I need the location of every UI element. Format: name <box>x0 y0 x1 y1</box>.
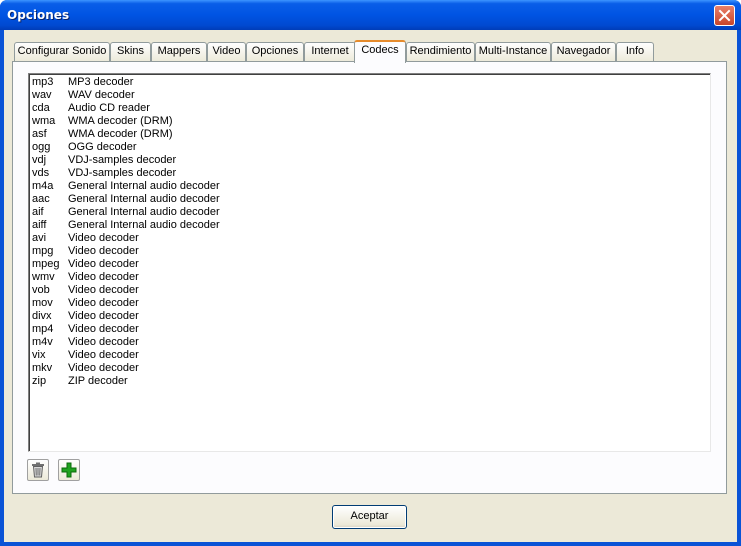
codec-description: VDJ-samples decoder <box>68 167 177 179</box>
codec-extension: aac <box>32 193 50 205</box>
codec-extension: mov <box>32 297 53 309</box>
window-title: Opciones <box>7 8 70 22</box>
codec-extension: vix <box>32 349 46 361</box>
codec-description: WMA decoder (DRM) <box>68 115 173 127</box>
tab-internet[interactable]: Internet <box>304 42 356 62</box>
codec-row[interactable]: wma WMA decoder (DRM) <box>32 115 220 128</box>
codec-description: Video decoder <box>68 362 139 374</box>
codec-extension: m4a <box>32 180 54 192</box>
tab-video[interactable]: Video <box>207 42 246 62</box>
codec-row[interactable]: divx Video decoder <box>32 310 220 323</box>
codec-row[interactable]: mp4 Video decoder <box>32 323 220 336</box>
codec-list-items: mp3 MP3 decoder wav WAV decoder cda Audio CD … <box>32 76 220 388</box>
codec-description: Video decoder <box>68 258 139 270</box>
codec-extension: mp4 <box>32 323 54 335</box>
codec-description: WMA decoder (DRM) <box>68 128 173 140</box>
codec-row[interactable]: zip ZIP decoder <box>32 375 220 388</box>
tab-opciones[interactable]: Opciones <box>246 42 304 62</box>
codec-description: General Internal audio decoder <box>68 193 220 205</box>
codec-description: Video decoder <box>68 284 139 296</box>
close-button[interactable] <box>714 5 735 26</box>
codec-description: General Internal audio decoder <box>68 206 220 218</box>
codec-row[interactable]: aif General Internal audio decoder <box>32 206 220 219</box>
codec-description: Video decoder <box>68 297 139 309</box>
codec-extension: mpeg <box>32 258 60 270</box>
codec-row[interactable]: ogg OGG decoder <box>32 141 220 154</box>
codec-extension: zip <box>32 375 47 387</box>
codec-description: MP3 decoder <box>68 76 134 88</box>
codec-extension: wav <box>32 89 52 101</box>
title-bar[interactable]: Opciones <box>0 0 741 30</box>
tab-skins[interactable]: Skins <box>110 42 151 62</box>
add-codec-button[interactable] <box>58 459 80 481</box>
tab-mappers[interactable]: Mappers <box>151 42 207 62</box>
codec-row[interactable]: vds VDJ-samples decoder <box>32 167 220 180</box>
codec-description: Video decoder <box>68 336 139 348</box>
codec-list[interactable]: mp3 MP3 decoder wav WAV decoder cda Audio CD … <box>28 73 711 452</box>
codecs-panel: mp3 MP3 decoder wav WAV decoder cda Audio CD … <box>12 61 727 494</box>
codec-description: Video decoder <box>68 323 139 335</box>
codec-row[interactable]: mkv Video decoder <box>32 362 220 375</box>
codec-row[interactable]: vix Video decoder <box>32 349 220 362</box>
codec-row[interactable]: cda Audio CD reader <box>32 102 220 115</box>
codec-row[interactable]: m4a General Internal audio decoder <box>32 180 220 193</box>
codec-extension: aif <box>32 206 44 218</box>
dialog-body: Configurar Sonido Skins Mappers Video Op… <box>4 30 737 542</box>
codec-extension: divx <box>32 310 52 322</box>
codec-extension: wmv <box>32 271 55 283</box>
codec-row[interactable]: mpg Video decoder <box>32 245 220 258</box>
codec-extension: avi <box>32 232 47 244</box>
plus-icon <box>61 462 77 478</box>
close-icon <box>718 9 731 22</box>
codec-row[interactable]: mp3 MP3 decoder <box>32 76 220 89</box>
delete-codec-button[interactable] <box>27 459 49 481</box>
codec-extension: mpg <box>32 245 54 257</box>
codec-extension: vdj <box>32 154 47 166</box>
codec-row[interactable]: m4v Video decoder <box>32 336 220 349</box>
codec-row[interactable]: vob Video decoder <box>32 284 220 297</box>
codec-row[interactable]: vdj VDJ-samples decoder <box>32 154 220 167</box>
codec-extension: vob <box>32 284 50 296</box>
codec-description: Video decoder <box>68 271 139 283</box>
codec-description: Video decoder <box>68 310 139 322</box>
codec-description: Video decoder <box>68 245 139 257</box>
codec-row[interactable]: mpeg Video decoder <box>32 258 220 271</box>
tab-rendimiento[interactable]: Rendimiento <box>406 42 475 62</box>
codec-row[interactable]: wav WAV decoder <box>32 89 220 102</box>
codec-extension: m4v <box>32 336 53 348</box>
tab-info[interactable]: Info <box>616 42 654 62</box>
codec-row[interactable]: aiff General Internal audio decoder <box>32 219 220 232</box>
codec-extension: aiff <box>32 219 47 231</box>
codec-description: WAV decoder <box>68 89 135 101</box>
codec-row[interactable]: wmv Video decoder <box>32 271 220 284</box>
codec-description: General Internal audio decoder <box>68 219 220 231</box>
codec-description: General Internal audio decoder <box>68 180 220 192</box>
codec-extension: mkv <box>32 362 53 374</box>
tab-navegador[interactable]: Navegador <box>551 42 616 62</box>
trash-icon <box>32 462 44 478</box>
tab-codecs[interactable]: Codecs <box>354 40 406 63</box>
codec-description: ZIP decoder <box>68 375 128 387</box>
codec-extension: vds <box>32 167 50 179</box>
codec-extension: asf <box>32 128 47 140</box>
tab-configurar-sonido[interactable]: Configurar Sonido <box>14 42 110 62</box>
codec-description: VDJ-samples decoder <box>68 154 177 166</box>
codec-extension: ogg <box>32 141 51 153</box>
codec-extension: mp3 <box>32 76 54 88</box>
codec-description: OGG decoder <box>68 141 137 153</box>
codec-extension: wma <box>32 115 56 127</box>
options-window: Opciones Configurar Sonido Skins Mappers… <box>0 0 741 546</box>
codec-row[interactable]: avi Video decoder <box>32 232 220 245</box>
codec-description: Audio CD reader <box>68 102 150 114</box>
tab-multi-instance[interactable]: Multi-Instance <box>475 42 551 62</box>
codec-row[interactable]: mov Video decoder <box>32 297 220 310</box>
accept-button[interactable]: Aceptar <box>332 505 407 529</box>
codec-row[interactable]: asf WMA decoder (DRM) <box>32 128 220 141</box>
codec-description: Video decoder <box>68 232 139 244</box>
codec-row[interactable]: aac General Internal audio decoder <box>32 193 220 206</box>
codec-description: Video decoder <box>68 349 139 361</box>
codec-extension: cda <box>32 102 50 114</box>
